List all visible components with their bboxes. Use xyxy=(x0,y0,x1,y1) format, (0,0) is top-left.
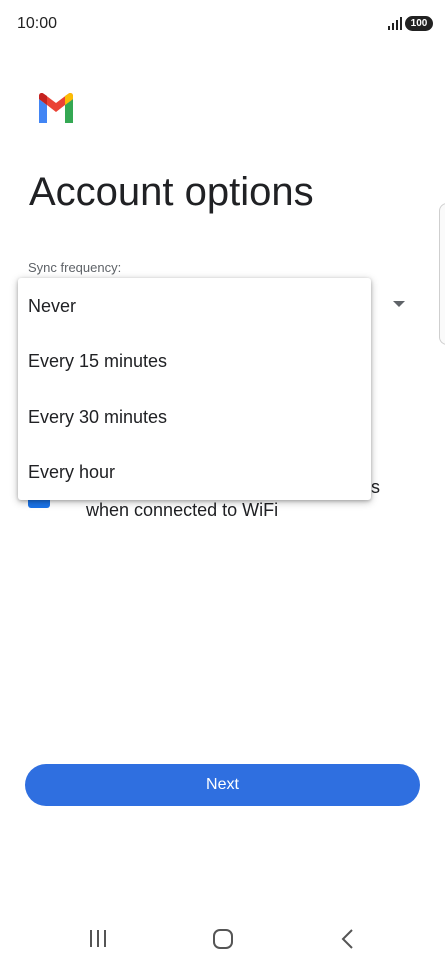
page-title: Account options xyxy=(29,170,314,214)
download-attachments-label-line2: when connected to WiFi xyxy=(86,500,279,520)
signal-icon xyxy=(388,17,402,30)
recents-icon[interactable] xyxy=(83,925,113,953)
chevron-down-icon[interactable] xyxy=(393,301,405,307)
home-icon[interactable] xyxy=(208,925,238,953)
menu-item-never[interactable]: Never xyxy=(18,278,371,334)
battery-icon: 100 xyxy=(405,16,433,31)
status-bar: 10:00 100 xyxy=(0,0,445,50)
menu-item-every-30-minutes[interactable]: Every 30 minutes xyxy=(18,389,371,445)
menu-item-every-15-minutes[interactable]: Every 15 minutes xyxy=(18,333,371,389)
account-options-screen: 10:00 100 Account options Sync frequency… xyxy=(0,0,445,966)
gmail-logo-icon xyxy=(39,93,73,123)
sync-frequency-label: Sync frequency: xyxy=(28,260,122,275)
menu-item-every-hour[interactable]: Every hour xyxy=(18,444,371,500)
navigation-bar xyxy=(0,910,445,966)
sync-frequency-menu: Never Every 15 minutes Every 30 minutes … xyxy=(18,278,371,500)
back-icon[interactable] xyxy=(333,925,363,953)
status-time: 10:00 xyxy=(17,15,58,32)
next-button[interactable]: Next xyxy=(25,764,420,806)
edge-panel-handle[interactable] xyxy=(439,203,445,345)
